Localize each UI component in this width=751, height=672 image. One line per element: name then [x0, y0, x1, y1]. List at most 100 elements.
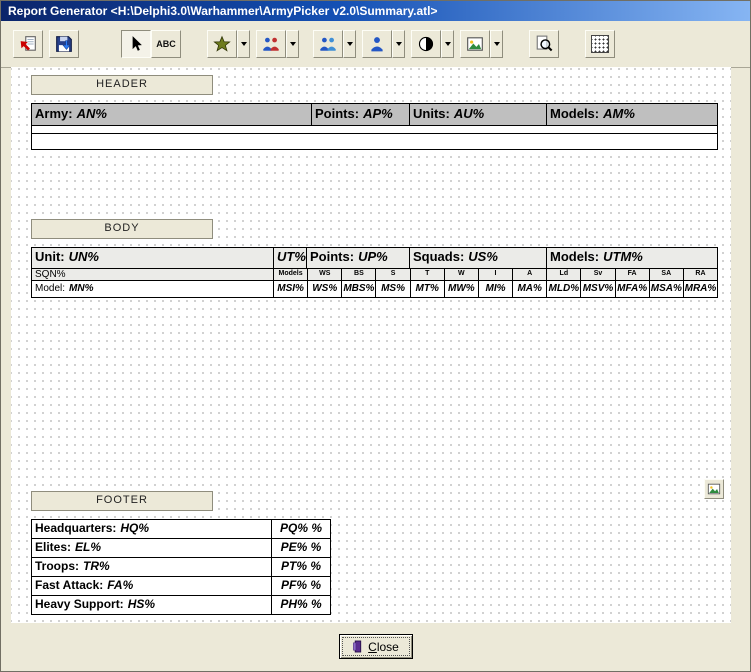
chevron-down-icon — [240, 42, 247, 46]
header-units-cell[interactable]: Units: AU% — [410, 104, 547, 125]
footer-value-cell[interactable]: PF% % — [272, 577, 330, 595]
footer-value-cell[interactable]: PH% % — [272, 596, 330, 614]
field-placeholder: FA% — [107, 578, 134, 592]
body-squads-cell[interactable]: Squads: US% — [410, 248, 547, 268]
group-field-dropdown-arrow[interactable] — [286, 30, 299, 58]
body-unit-type-cell[interactable]: UT% — [274, 248, 307, 268]
select-tool-button[interactable] — [121, 30, 151, 58]
stat-col-value[interactable]: MRA% — [683, 281, 718, 297]
person-icon — [368, 35, 386, 53]
open-report-button[interactable] — [13, 30, 43, 58]
stat-col-header[interactable]: S — [376, 269, 411, 280]
footer-band-tab[interactable]: FOOTER — [31, 491, 213, 511]
stat-col-value[interactable]: MSV% — [581, 281, 616, 297]
header-spacer-row[interactable] — [32, 134, 717, 149]
title-bar[interactable]: Report Generator <H:\Delphi3.0\Warhammer… — [1, 1, 750, 21]
header-points-cell[interactable]: Points: AP% — [312, 104, 410, 125]
footer-label-cell[interactable]: Troops: TR% — [32, 558, 272, 576]
grid-toggle-button[interactable] — [585, 30, 615, 58]
footer-value-cell[interactable]: PQ% % — [272, 520, 330, 538]
body-unit-cell[interactable]: Unit: UN% — [32, 248, 274, 268]
stat-col-value[interactable]: MI% — [478, 281, 514, 297]
stat-col-value[interactable]: MFA% — [615, 281, 650, 297]
shape-field-button[interactable] — [411, 30, 441, 58]
image-field-dropdown-arrow[interactable] — [490, 30, 503, 58]
stat-col-header[interactable]: BS — [342, 269, 377, 280]
cursor-icon — [127, 35, 145, 53]
stat-col-value[interactable]: MA% — [513, 281, 548, 297]
footer-label-cell[interactable]: Heavy Support: HS% — [32, 596, 272, 614]
person-field-button[interactable] — [362, 30, 392, 58]
footer-row: Headquarters: HQ% PQ% % — [32, 520, 330, 539]
header-spacer-row[interactable] — [32, 126, 717, 134]
person-field-dropdown-arrow[interactable] — [392, 30, 405, 58]
save-report-icon — [55, 35, 73, 53]
field-placeholder: PH% % — [280, 597, 322, 611]
star-field-dropdown-arrow[interactable] — [237, 30, 250, 58]
body-models-cell[interactable]: Models: UTM% — [547, 248, 717, 268]
header-army-cell[interactable]: Army: AN% — [32, 104, 312, 125]
footer-value-cell[interactable]: PT% % — [272, 558, 330, 576]
group-field-button[interactable] — [256, 30, 286, 58]
field-label: Fast Attack: — [35, 578, 104, 592]
stat-col-value[interactable]: MS% — [376, 281, 411, 297]
stat-col-header[interactable]: Models — [274, 269, 309, 280]
stat-col-header[interactable]: Ld — [547, 269, 582, 280]
footer-row: Elites: EL% PE% % — [32, 539, 330, 558]
design-canvas[interactable]: HEADER Army: AN% Points: AP% Units: AU% Mod… — [11, 67, 731, 623]
field-placeholder: AN% — [76, 106, 107, 121]
footer-label-cell[interactable]: Headquarters: HQ% — [32, 520, 272, 538]
stat-col-value[interactable]: MSA% — [649, 281, 684, 297]
footer-row: Troops: TR% PT% % — [32, 558, 330, 577]
stat-col-header[interactable]: WS — [308, 269, 343, 280]
image-field-button[interactable] — [460, 30, 490, 58]
stat-col-header[interactable]: A — [513, 269, 548, 280]
toolbar: ABC — [1, 21, 750, 68]
stat-col-header[interactable]: SA — [649, 269, 684, 280]
pair-field-dropdown-arrow[interactable] — [343, 30, 356, 58]
squad-name-cell[interactable]: SQN% — [32, 269, 274, 280]
field-placeholder: HQ% — [120, 521, 150, 535]
pair-field-button[interactable] — [313, 30, 343, 58]
stat-col-value[interactable]: MSI% — [274, 281, 309, 297]
canvas-image-object-button[interactable] — [704, 479, 724, 499]
close-button-label: Close — [368, 639, 399, 654]
body-band-tab[interactable]: BODY — [31, 219, 213, 239]
stat-col-header[interactable]: I — [478, 269, 514, 280]
star-field-button[interactable] — [207, 30, 237, 58]
body-points-cell[interactable]: Points: UP% — [307, 248, 410, 268]
pair-field-split-button — [313, 30, 356, 58]
footer-label-cell[interactable]: Fast Attack: FA% — [32, 577, 272, 595]
stat-col-header[interactable]: W — [444, 269, 479, 280]
field-label: Models: — [550, 106, 600, 121]
field-placeholder: PT% % — [280, 559, 321, 573]
preview-button[interactable] — [529, 30, 559, 58]
footer-value-cell[interactable]: PE% % — [272, 539, 330, 557]
stat-col-header[interactable]: Sv — [581, 269, 616, 280]
field-label: Squads: — [413, 249, 465, 264]
field-placeholder: PE% % — [280, 540, 322, 554]
stat-col-value[interactable]: WS% — [308, 281, 343, 297]
text-tool-button[interactable]: ABC — [151, 30, 181, 58]
stat-col-value[interactable]: MBS% — [342, 281, 377, 297]
body-stat-value-row: Model: MN% MSI% WS% MBS% MS% MT% MW% MI% … — [32, 281, 718, 297]
shape-field-dropdown-arrow[interactable] — [441, 30, 454, 58]
header-band-tab[interactable]: HEADER — [31, 75, 213, 95]
stat-col-header[interactable]: T — [410, 269, 445, 280]
stat-col-value[interactable]: MT% — [410, 281, 445, 297]
people-pair-icon — [319, 35, 337, 53]
stat-col-value[interactable]: MW% — [444, 281, 479, 297]
model-name-cell[interactable]: Model: MN% — [32, 281, 274, 297]
stat-col-value[interactable]: MLD% — [547, 281, 582, 297]
chevron-down-icon — [444, 42, 451, 46]
header-models-cell[interactable]: Models: AM% — [547, 104, 717, 125]
shape-field-split-button — [411, 30, 454, 58]
field-placeholder: HS% — [127, 597, 156, 611]
stat-col-header[interactable]: FA — [615, 269, 650, 280]
footer-label-cell[interactable]: Elites: EL% — [32, 539, 272, 557]
field-label: Points: — [315, 106, 360, 121]
save-report-button[interactable] — [49, 30, 79, 58]
stat-col-header[interactable]: RA — [683, 269, 718, 280]
header-band-label: HEADER — [96, 78, 148, 90]
close-button[interactable]: Close — [338, 634, 413, 659]
